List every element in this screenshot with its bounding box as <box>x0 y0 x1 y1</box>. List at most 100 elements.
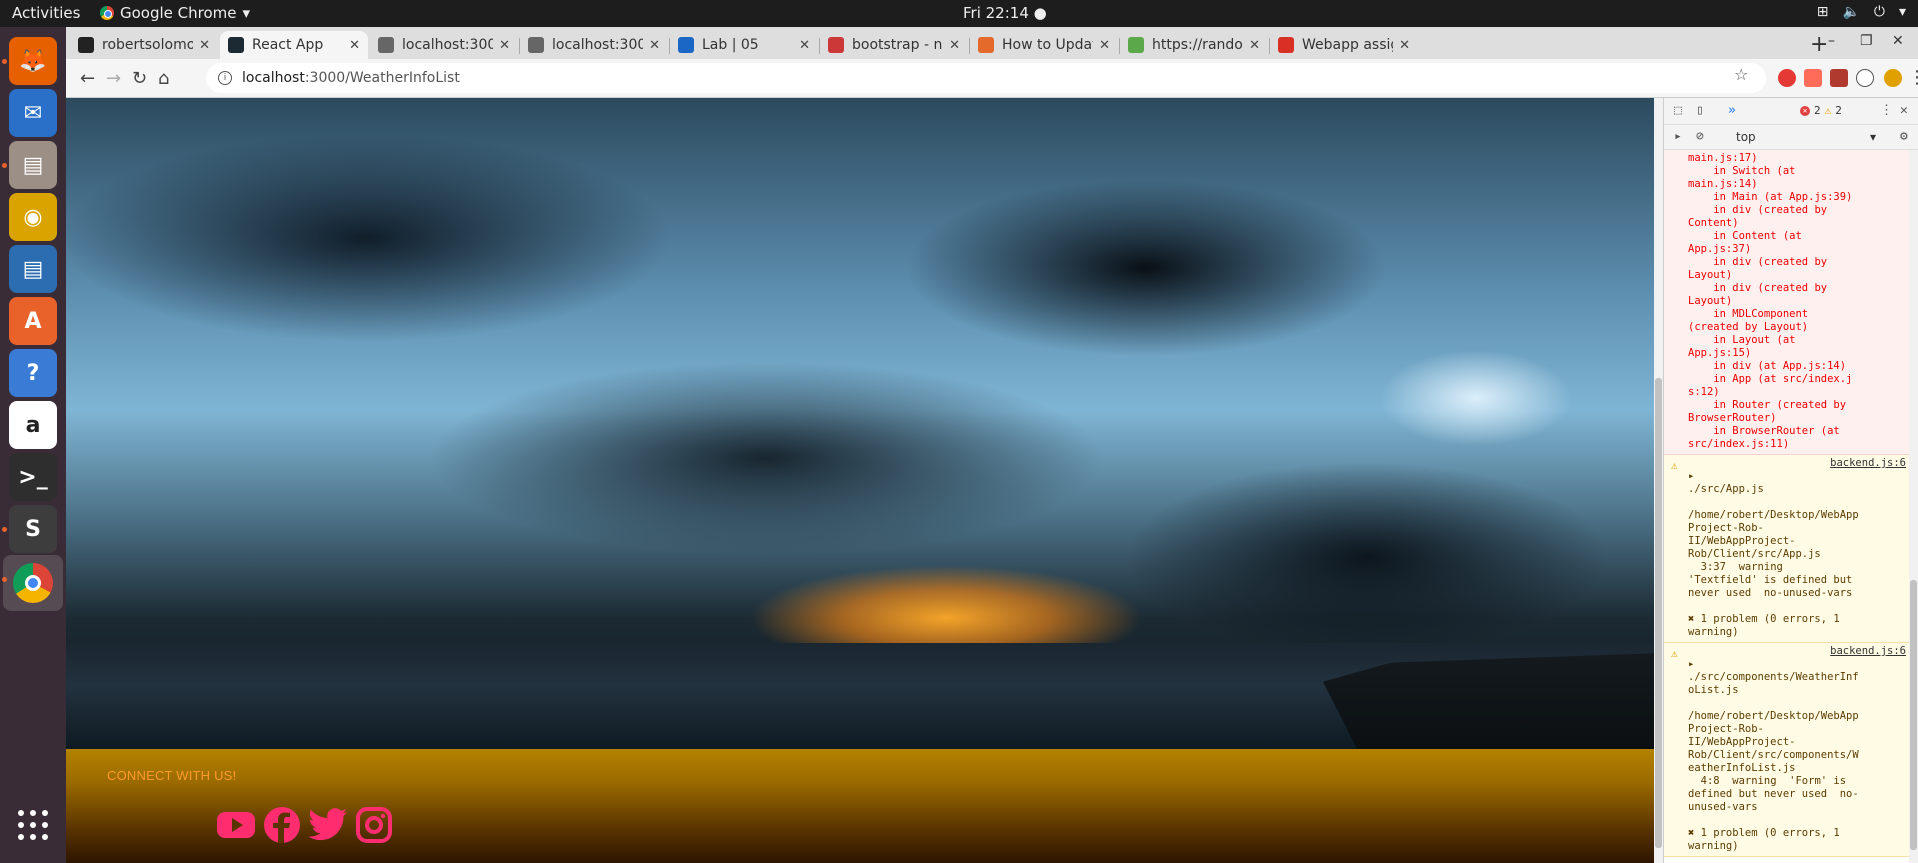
chrome-icon <box>100 6 114 20</box>
dock: 🦊 ✉ ▤ ◉ ▤ A? a >_ S <box>0 27 66 863</box>
device-toggle-icon[interactable]: ▯ <box>1696 103 1704 118</box>
minimize-button[interactable]: – <box>1828 33 1835 49</box>
console-scrollbar[interactable] <box>1909 150 1918 863</box>
warning-icon: ⚠ <box>1824 104 1832 117</box>
activities-button[interactable]: Activities <box>12 4 80 22</box>
facebook-icon[interactable] <box>262 805 302 845</box>
issue-counts[interactable]: ✕ 2 ⚠ 2 <box>1800 104 1842 117</box>
page-footer: CONNECT WITH US! <box>66 749 1663 863</box>
browser-tab[interactable]: bootstrap - npm ✕ <box>820 31 968 59</box>
console-output[interactable]: main.js:17) in Switch (at main.js:14) in… <box>1664 150 1910 863</box>
twitter-icon[interactable] <box>308 805 348 845</box>
source-link[interactable]: backend.js:6 <box>1688 457 1906 470</box>
tab-separator <box>819 38 820 54</box>
thunderbird-icon[interactable]: ✉ <box>9 89 57 137</box>
browser-tab[interactable]: Webapp assignme ✕ <box>1270 31 1418 59</box>
close-window-button[interactable]: ✕ <box>1892 33 1904 49</box>
message-text: main.js:17) in Switch (at main.js:14) in… <box>1688 152 1853 450</box>
forward-button[interactable]: → <box>106 68 121 89</box>
cliff <box>1323 653 1663 749</box>
instagram-icon[interactable] <box>354 805 394 845</box>
browser-tab[interactable]: How to Update N ✕ <box>970 31 1118 59</box>
clear-console-icon[interactable]: ⊘ <box>1696 129 1704 144</box>
extension-box-icon[interactable] <box>1830 69 1848 87</box>
tab-title: Webapp assignme <box>1302 37 1393 53</box>
extension-red-icon[interactable] <box>1778 69 1796 87</box>
app-menu[interactable]: Google Chrome ▾ <box>100 4 250 22</box>
tab-close-icon[interactable]: ✕ <box>499 38 510 53</box>
info-icon[interactable]: i <box>218 71 232 85</box>
devtools-tab-bar: ⬚ ▯ » ✕ 2 ⚠ 2 ⋮ ✕ <box>1664 98 1918 125</box>
help-icon[interactable]: ? <box>9 349 57 397</box>
randomuser-icon <box>1128 37 1144 53</box>
tab-close-icon[interactable]: ✕ <box>349 38 360 53</box>
devtools-menu-icon[interactable]: ⋮ <box>1880 103 1893 118</box>
network-icon: ⊞ <box>1816 4 1829 20</box>
profile-avatar[interactable] <box>1884 69 1902 87</box>
tab-title: How to Update N <box>1002 37 1093 53</box>
context-select[interactable]: top ▾ <box>1736 130 1876 144</box>
browser-tab[interactable]: React App ✕ <box>220 31 368 59</box>
browser-tab[interactable]: Lab | 05 ✕ <box>670 31 818 59</box>
sublime-icon[interactable]: S <box>9 505 57 553</box>
reload-button[interactable]: ↻ <box>132 68 147 89</box>
tab-close-icon[interactable]: ✕ <box>949 38 960 53</box>
tab-separator <box>669 38 670 54</box>
tab-title: bootstrap - npm <box>852 37 943 53</box>
console-error-message[interactable]: main.js:17) in Switch (at main.js:14) in… <box>1664 150 1910 455</box>
lab-icon <box>678 37 694 53</box>
tab-strip: + – ❐ ✕ robertsolomon97✕React App✕ localh… <box>66 27 1918 59</box>
new-tab-button[interactable]: + <box>1810 32 1828 57</box>
home-button[interactable]: ⌂ <box>158 68 169 89</box>
tab-close-icon[interactable]: ✕ <box>799 38 810 53</box>
tab-close-icon[interactable]: ✕ <box>1099 38 1110 53</box>
power-icon: ⏻ <box>1873 4 1885 20</box>
source-link[interactable]: backend.js:6 <box>1688 645 1906 658</box>
system-tray[interactable]: ⊞ 🔈 ⏻ ▾ <box>1817 4 1906 20</box>
error-count: 2 <box>1814 104 1821 117</box>
firefox-icon[interactable]: 🦊 <box>9 37 57 85</box>
more-panels-icon[interactable]: » <box>1728 103 1736 118</box>
sidebar-toggle-icon[interactable]: ▸ <box>1674 129 1682 144</box>
back-button[interactable]: ← <box>80 68 95 89</box>
extension-circle-icon[interactable] <box>1856 69 1874 87</box>
bookmark-star-icon[interactable]: ☆ <box>1734 65 1748 84</box>
software-icon[interactable]: A <box>9 297 57 345</box>
console-warning-message[interactable]: ⚠ backend.js:6 ▸ ./src/App.js /home/robert… <box>1664 455 1910 643</box>
social-links <box>216 805 394 845</box>
maximize-button[interactable]: ❐ <box>1860 33 1873 49</box>
chrome-icon[interactable] <box>3 555 63 611</box>
browser-tab[interactable]: robertsolomon97 ✕ <box>70 31 218 59</box>
console-scrollbar-thumb[interactable] <box>1910 580 1917 850</box>
chevron-down-icon: ▾ <box>1898 4 1906 20</box>
browser-tab[interactable]: https://randomu ✕ <box>1120 31 1268 59</box>
address-bar[interactable]: i localhost:3000/WeatherInfoList <box>206 63 1766 93</box>
clock[interactable]: Fri 22:14 ● <box>963 4 1047 22</box>
tab-close-icon[interactable]: ✕ <box>649 38 660 53</box>
show-apps-icon[interactable] <box>9 801 57 849</box>
page-scrollbar[interactable] <box>1654 98 1663 863</box>
writer-icon[interactable]: ▤ <box>9 245 57 293</box>
devtools-close-icon[interactable]: ✕ <box>1900 103 1908 118</box>
terminal-icon[interactable]: >_ <box>9 453 57 501</box>
connect-heading: CONNECT WITH US! <box>107 768 237 783</box>
browser-tab[interactable]: localhost:3001/ap ✕ <box>520 31 668 59</box>
page-scrollbar-thumb[interactable] <box>1655 378 1662 848</box>
rhythmbox-icon[interactable]: ◉ <box>9 193 57 241</box>
inspect-icon[interactable]: ⬚ <box>1674 103 1682 118</box>
tab-close-icon[interactable]: ✕ <box>1399 38 1410 53</box>
tab-title: localhost:3001/ap <box>552 37 644 53</box>
files-icon[interactable]: ▤ <box>9 141 57 189</box>
console-prompt[interactable]: › <box>1664 857 1910 863</box>
tab-close-icon[interactable]: ✕ <box>199 38 210 53</box>
chrome-menu-icon[interactable]: ⋮ <box>1908 67 1918 88</box>
youtube-icon[interactable] <box>216 805 256 845</box>
console-warning-message[interactable]: ⚠ backend.js:6 ▸ ./src/components/WeatherI… <box>1664 643 1910 857</box>
grid-icon <box>18 810 48 840</box>
extension-arrow-icon[interactable] <box>1804 69 1822 87</box>
amazon-icon[interactable]: a <box>9 401 57 449</box>
tab-close-icon[interactable]: ✕ <box>1249 38 1260 53</box>
console-settings-icon[interactable]: ⚙ <box>1900 129 1908 144</box>
running-indicator <box>2 59 7 64</box>
browser-tab[interactable]: localhost:3001/ap ✕ <box>370 31 518 59</box>
